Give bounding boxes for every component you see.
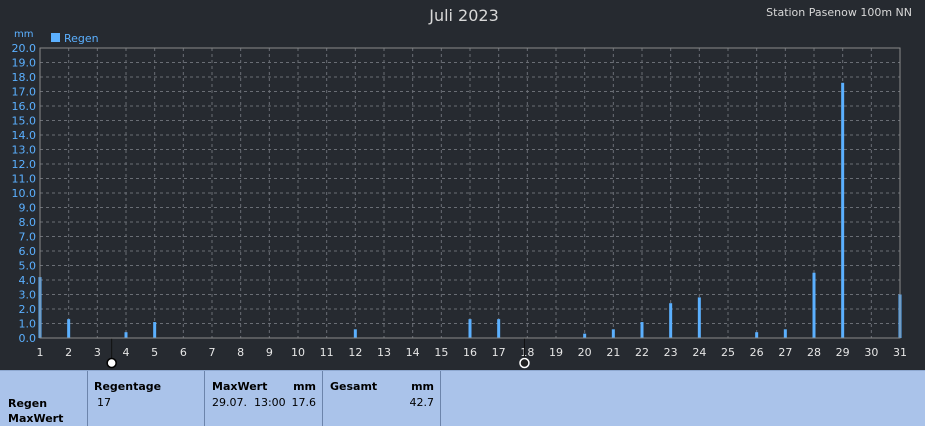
y-tick-label: 2.0 <box>19 303 37 316</box>
x-tick-label: 11 <box>320 346 334 359</box>
x-tick-label: 26 <box>750 346 764 359</box>
stats-regentage: Regentage 17 <box>88 371 205 426</box>
x-tick-label: 5 <box>151 346 158 359</box>
x-tick-label: 9 <box>266 346 273 359</box>
rain-bar <box>353 329 357 338</box>
x-tick-label: 6 <box>180 346 187 359</box>
y-tick-label: 7.0 <box>19 231 37 244</box>
x-tick-label: 15 <box>434 346 448 359</box>
x-tick-label: 30 <box>864 346 878 359</box>
y-tick-label: 12.0 <box>12 158 37 171</box>
x-tick-label: 27 <box>778 346 792 359</box>
regentage-header: Regentage <box>94 380 162 393</box>
x-tick-label: 28 <box>807 346 821 359</box>
rain-bar <box>583 333 587 338</box>
rain-bar <box>669 303 673 338</box>
rain-bar <box>67 319 71 338</box>
y-tick-label: 5.0 <box>19 260 37 273</box>
new-moon-icon <box>519 357 530 369</box>
rain-bar <box>697 297 701 338</box>
y-tick-label: 20.0 <box>12 42 37 55</box>
y-tick-label: 0.0 <box>19 332 37 345</box>
rain-bar <box>497 319 501 338</box>
rain-bar <box>611 329 615 338</box>
full-moon-icon <box>106 357 117 369</box>
stats-panel: Regen MaxWert Regentage 17 MaxWert mm 29… <box>0 370 925 426</box>
y-tick-label: 15.0 <box>12 115 37 128</box>
row-label-regen: Regen <box>8 397 48 410</box>
x-tick-label: 18 <box>520 346 534 359</box>
x-tick-label: 2 <box>65 346 72 359</box>
x-tick-label: 12 <box>348 346 362 359</box>
rain-bar <box>812 272 816 338</box>
y-tick-label: 4.0 <box>19 274 37 287</box>
rain-bar <box>755 332 759 338</box>
x-tick-label: 17 <box>492 346 506 359</box>
y-tick-label: 13.0 <box>12 144 37 157</box>
y-tick-label: 1.0 <box>19 318 37 331</box>
x-tick-label: 3 <box>94 346 101 359</box>
stats-maxwert: MaxWert mm 29.07. 13:00 17.6 <box>205 371 323 426</box>
maxwert-date: 29.07. 13:00 <box>212 396 286 409</box>
maxwert-unit: mm <box>293 380 316 393</box>
y-tick-label: 18.0 <box>12 71 37 84</box>
rain-bar <box>783 329 787 338</box>
x-tick-label: 4 <box>123 346 130 359</box>
rain-bar <box>841 82 845 338</box>
x-tick-label: 14 <box>406 346 420 359</box>
y-tick-label: 8.0 <box>19 216 37 229</box>
rain-bar <box>468 319 472 338</box>
maxwert-value: 17.6 <box>291 396 317 409</box>
gesamt-unit: mm <box>411 380 434 393</box>
y-tick-label: 9.0 <box>19 202 37 215</box>
station-label: Station Pasenow 100m NN <box>766 6 912 19</box>
stats-gesamt: Gesamt mm 42.7 <box>323 371 441 426</box>
rain-bar <box>124 332 128 338</box>
x-tick-label: 25 <box>721 346 735 359</box>
x-tick-label: 16 <box>463 346 477 359</box>
x-tick-label: 1 <box>37 346 44 359</box>
gesamt-header: Gesamt <box>330 380 378 393</box>
rain-bar <box>153 322 157 338</box>
stats-row-labels: Regen MaxWert <box>0 371 88 426</box>
x-tick-label: 22 <box>635 346 649 359</box>
y-tick-label: 19.0 <box>12 57 37 70</box>
y-tick-label: 16.0 <box>12 100 37 113</box>
y-unit-label: mm <box>14 29 33 40</box>
x-tick-label: 8 <box>237 346 244 359</box>
x-tick-label: 10 <box>291 346 305 359</box>
x-tick-label: 23 <box>664 346 678 359</box>
y-tick-label: 6.0 <box>19 245 37 258</box>
chart-title: Juli 2023 <box>428 6 499 25</box>
row-label-maxwert: MaxWert <box>8 412 64 425</box>
x-tick-label: 29 <box>836 346 850 359</box>
x-tick-label: 20 <box>578 346 592 359</box>
y-tick-label: 3.0 <box>19 289 37 302</box>
maxwert-header: MaxWert <box>212 380 268 393</box>
rain-bar <box>640 322 644 338</box>
y-tick-label: 14.0 <box>12 129 37 142</box>
gesamt-value: 42.7 <box>409 396 435 409</box>
x-tick-label: 31 <box>893 346 907 359</box>
grid-lines <box>40 48 900 338</box>
y-axis-ticks: 0.01.0 2.03.0 4.05.0 6.07.0 8.09.0 10.011.0 12… <box>12 42 37 345</box>
rain-chart: Juli 2023 Station Pasenow 100m NN mm Reg… <box>12 6 912 369</box>
x-tick-label: 24 <box>692 346 706 359</box>
legend-swatch <box>51 33 60 42</box>
x-tick-label: 7 <box>209 346 216 359</box>
regentage-value: 17 <box>97 396 111 409</box>
x-tick-label: 21 <box>606 346 620 359</box>
y-tick-label: 17.0 <box>12 86 37 99</box>
y-tick-label: 10.0 <box>12 187 37 200</box>
legend-label: Regen <box>64 32 99 45</box>
x-tick-label: 13 <box>377 346 391 359</box>
x-tick-label: 19 <box>549 346 563 359</box>
y-tick-label: 11.0 <box>12 173 37 186</box>
x-axis-ticks: 1 2 3 4 5 6 7 8 9 10 11 12 13 14 15 16 17 18 19 20 21 22 23 24 2… <box>37 346 908 359</box>
